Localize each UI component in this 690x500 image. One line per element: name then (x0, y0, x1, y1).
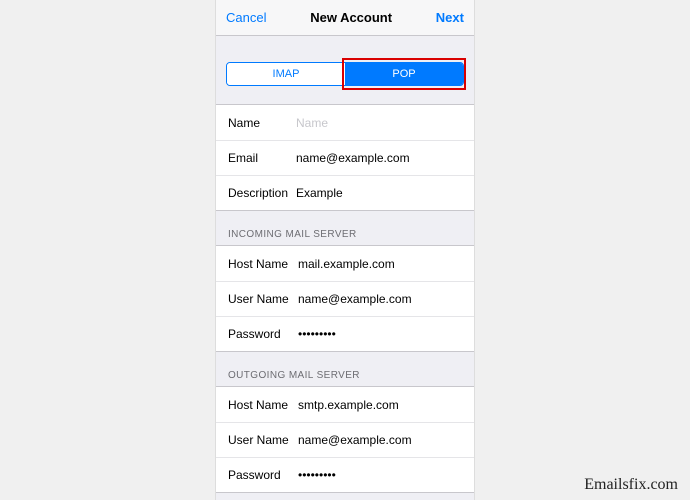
watermark: Emailsfix.com (584, 476, 678, 494)
name-label: Name (228, 116, 296, 130)
protocol-segmented-wrap: IMAP POP (216, 36, 474, 104)
outgoing-server-header: Outgoing Mail Server (216, 352, 474, 386)
description-field[interactable]: Example (296, 186, 343, 200)
incoming-user-row[interactable]: User Name name@example.com (216, 281, 474, 316)
incoming-host-row[interactable]: Host Name mail.example.com (216, 246, 474, 281)
next-button[interactable]: Next (436, 10, 464, 25)
outgoing-host-row[interactable]: Host Name smtp.example.com (216, 387, 474, 422)
email-field[interactable]: name@example.com (296, 151, 410, 165)
outgoing-password-label: Password (228, 468, 298, 482)
name-row[interactable]: Name Name (216, 105, 474, 140)
incoming-password-field[interactable]: ••••••••• (298, 327, 336, 341)
navigation-bar: Cancel New Account Next (216, 0, 474, 36)
incoming-server-header: Incoming Mail Server (216, 211, 474, 245)
outgoing-host-label: Host Name (228, 398, 298, 412)
incoming-host-label: Host Name (228, 257, 298, 271)
outgoing-user-row[interactable]: User Name name@example.com (216, 422, 474, 457)
incoming-user-label: User Name (228, 292, 298, 306)
outgoing-password-row[interactable]: Password ••••••••• (216, 457, 474, 492)
email-row[interactable]: Email name@example.com (216, 140, 474, 175)
incoming-host-field[interactable]: mail.example.com (298, 257, 395, 271)
description-label: Description (228, 186, 296, 200)
outgoing-host-field[interactable]: smtp.example.com (298, 398, 399, 412)
outgoing-user-field[interactable]: name@example.com (298, 433, 412, 447)
account-info-group: Name Name Email name@example.com Descrip… (216, 104, 474, 211)
outgoing-server-group: Host Name smtp.example.com User Name nam… (216, 386, 474, 493)
tab-imap[interactable]: IMAP (227, 63, 345, 85)
incoming-password-label: Password (228, 327, 298, 341)
protocol-segmented-control: IMAP POP (226, 62, 464, 86)
cancel-button[interactable]: Cancel (226, 10, 266, 25)
outgoing-password-field[interactable]: ••••••••• (298, 468, 336, 482)
incoming-password-row[interactable]: Password ••••••••• (216, 316, 474, 351)
description-row[interactable]: Description Example (216, 175, 474, 210)
new-account-screen: Cancel New Account Next IMAP POP Name Na… (215, 0, 475, 500)
page-title: New Account (310, 10, 392, 25)
name-field[interactable]: Name (296, 116, 328, 130)
incoming-server-group: Host Name mail.example.com User Name nam… (216, 245, 474, 352)
incoming-user-field[interactable]: name@example.com (298, 292, 412, 306)
tab-pop[interactable]: POP (345, 63, 463, 85)
outgoing-user-label: User Name (228, 433, 298, 447)
tab-pop-label: POP (392, 68, 415, 80)
email-label: Email (228, 151, 296, 165)
